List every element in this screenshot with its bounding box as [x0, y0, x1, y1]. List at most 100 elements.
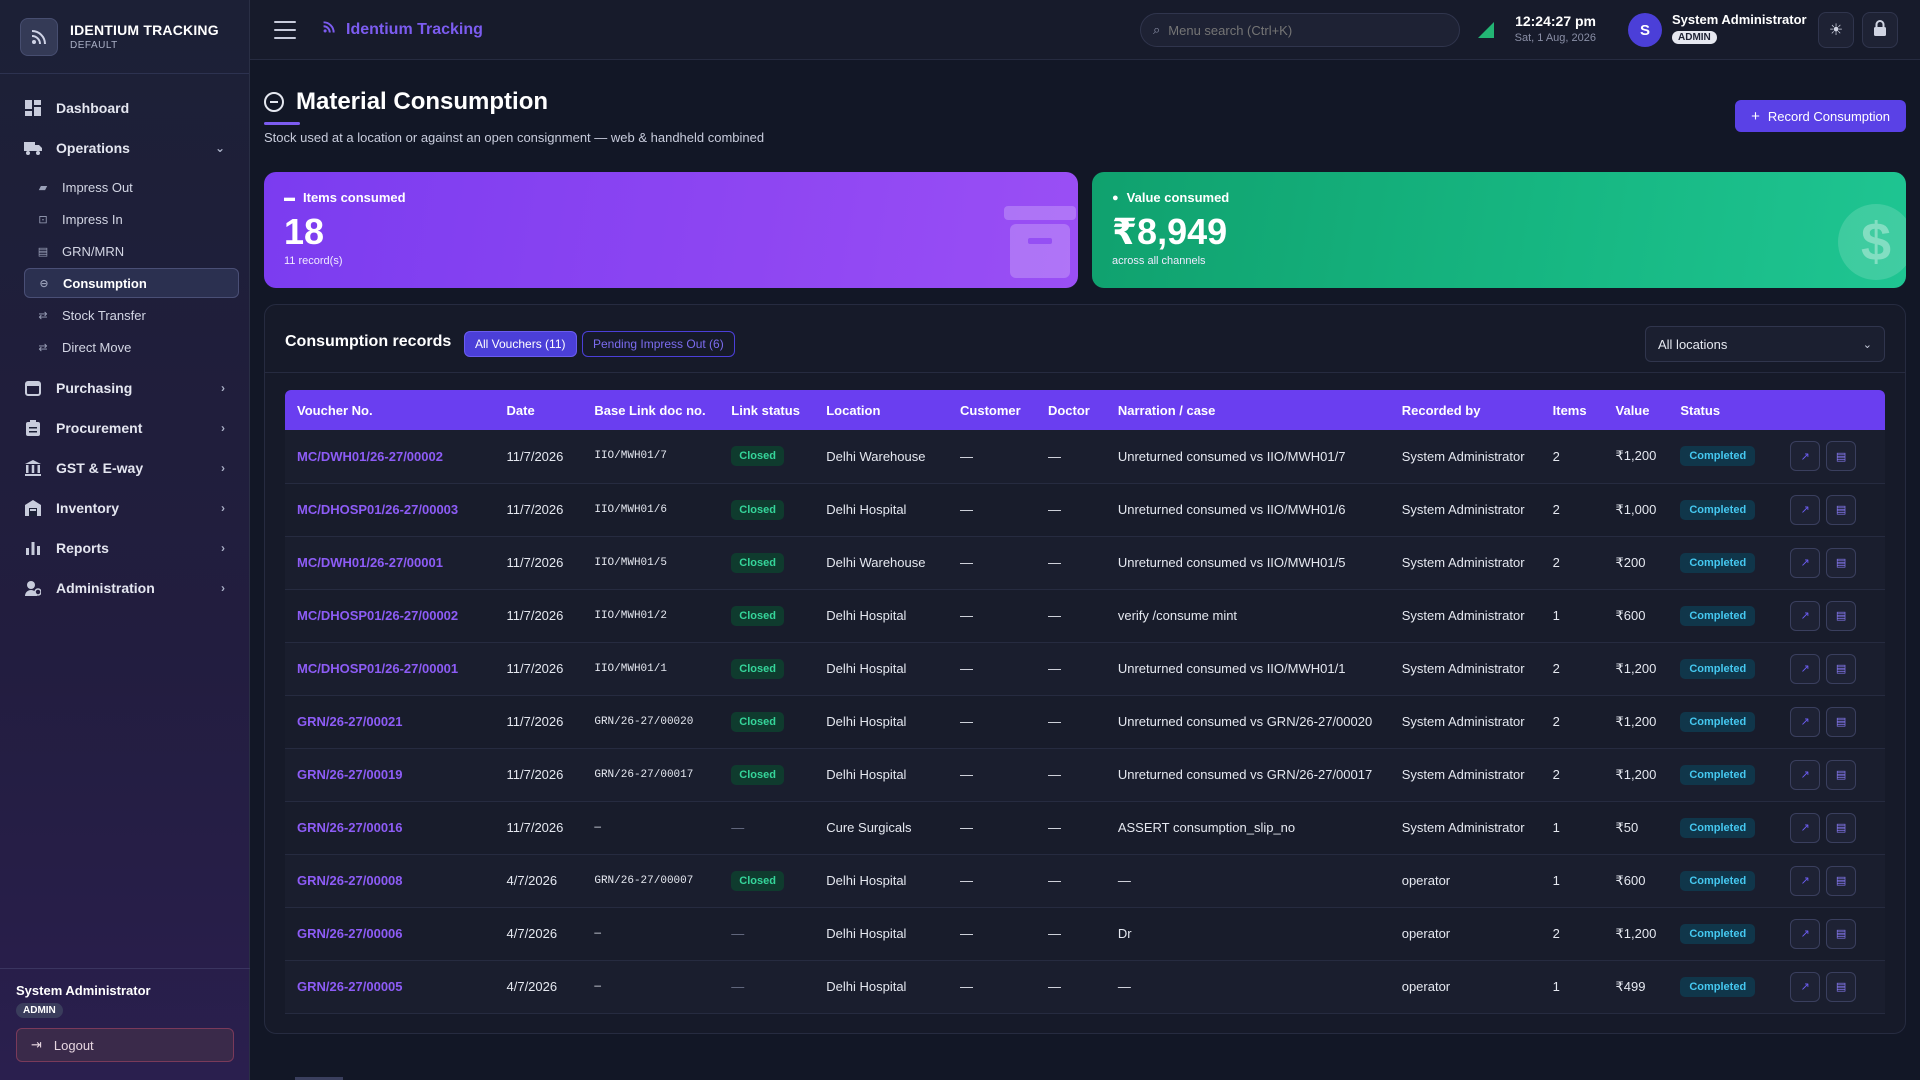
voucher-link[interactable]: MC/DHOSP01/26-27/00001: [297, 661, 458, 676]
voucher-link[interactable]: GRN/26-27/00008: [297, 873, 403, 888]
open-external-button[interactable]: ↗: [1790, 494, 1821, 525]
external-link-icon: ↗: [1800, 450, 1810, 463]
voucher-link[interactable]: GRN/26-27/00016: [297, 820, 403, 835]
print-button[interactable]: ▤: [1826, 441, 1857, 472]
voucher-link[interactable]: MC/DWH01/26-27/00002: [297, 449, 443, 464]
table-row[interactable]: MC/DWH01/26-27/00002 11/7/2026 IIO/MWH01…: [285, 430, 1885, 484]
tab-all-vouchers[interactable]: All Vouchers (11): [464, 331, 577, 357]
status-cell: Completed: [1668, 748, 1779, 802]
theme-toggle-button[interactable]: ☀: [1818, 12, 1854, 48]
open-external-button[interactable]: ↗: [1790, 547, 1821, 578]
open-external-button[interactable]: ↗: [1790, 653, 1821, 684]
link-status-cell: Closed: [719, 483, 815, 537]
voucher-link[interactable]: GRN/26-27/00005: [297, 979, 403, 994]
rss-icon: [20, 17, 58, 56]
open-external-button[interactable]: ↗: [1790, 971, 1821, 1002]
col-status[interactable]: Status: [1668, 390, 1778, 430]
voucher-link[interactable]: GRN/26-27/00021: [297, 714, 403, 729]
brand-title: IDENTIUM TRACKING: [70, 22, 219, 38]
col-link-status[interactable]: Link status: [719, 390, 814, 430]
col-date[interactable]: Date: [495, 390, 583, 430]
nav-procurement[interactable]: Procurement ›: [0, 408, 249, 448]
print-button[interactable]: ▤: [1826, 759, 1857, 790]
header-user[interactable]: System Administrator ADMIN: [1672, 12, 1807, 44]
col-items[interactable]: Items: [1541, 390, 1604, 430]
print-button[interactable]: ▤: [1826, 600, 1857, 631]
print-button[interactable]: ▤: [1826, 812, 1857, 843]
col-location[interactable]: Location: [814, 390, 948, 430]
avatar[interactable]: S: [1628, 13, 1662, 47]
record-consumption-button[interactable]: + Record Consumption: [1735, 100, 1906, 132]
col-voucher[interactable]: Voucher No.: [285, 390, 495, 430]
table-row[interactable]: GRN/26-27/00021 11/7/2026 GRN/26-27/0002…: [285, 695, 1885, 749]
table-row[interactable]: MC/DHOSP01/26-27/00003 11/7/2026 IIO/MWH…: [285, 483, 1885, 537]
sub-impress-in[interactable]: ⊡ Impress In: [24, 204, 239, 234]
narration-cell: ASSERT consumption_slip_no: [1105, 801, 1390, 855]
tab-pending-impress-out[interactable]: Pending Impress Out (6): [582, 331, 735, 357]
print-button[interactable]: ▤: [1826, 971, 1857, 1002]
link-status-cell: Closed: [719, 536, 815, 590]
bar-chart-icon: [24, 539, 42, 557]
dollar-circle-icon: ●: [1112, 191, 1119, 204]
sub-impress-out[interactable]: ▰ Impress Out: [24, 172, 239, 202]
voucher-link[interactable]: GRN/26-27/00006: [297, 926, 403, 941]
logout-button[interactable]: ⇥ Logout: [16, 1028, 234, 1062]
location-select[interactable]: All locations ⌄: [1645, 326, 1885, 362]
open-external-button[interactable]: ↗: [1790, 759, 1821, 790]
lock-button[interactable]: [1862, 12, 1898, 48]
nav-administration[interactable]: Administration ›: [0, 568, 249, 608]
voucher-link[interactable]: MC/DHOSP01/26-27/00003: [297, 502, 458, 517]
nav-dashboard[interactable]: Dashboard: [0, 88, 249, 128]
sub-stock-transfer[interactable]: ⇄ Stock Transfer: [24, 300, 239, 330]
col-base-link[interactable]: Base Link doc no.: [582, 390, 719, 430]
brand[interactable]: IDENTIUM TRACKING DEFAULT: [0, 0, 249, 74]
col-customer[interactable]: Customer: [948, 390, 1036, 430]
print-button[interactable]: ▤: [1826, 653, 1857, 684]
open-external-button[interactable]: ↗: [1790, 600, 1821, 631]
voucher-link[interactable]: MC/DHOSP01/26-27/00002: [297, 608, 458, 623]
nav-operations[interactable]: Operations ⌄: [0, 128, 249, 168]
print-button[interactable]: ▤: [1826, 865, 1857, 896]
base-link-cell: GRN/26-27/00017: [582, 748, 720, 802]
voucher-link[interactable]: GRN/26-27/00019: [297, 767, 403, 782]
col-doctor[interactable]: Doctor: [1036, 390, 1106, 430]
nav-gst[interactable]: GST & E-way ›: [0, 448, 249, 488]
table-row[interactable]: GRN/26-27/00005 4/7/2026 — — Delhi Hospi…: [285, 960, 1885, 1014]
col-narration[interactable]: Narration / case: [1106, 390, 1390, 430]
table-row[interactable]: GRN/26-27/00019 11/7/2026 GRN/26-27/0001…: [285, 748, 1885, 802]
nav-purchasing[interactable]: Purchasing ›: [0, 368, 249, 408]
menu-toggle-icon[interactable]: [274, 20, 296, 39]
sub-consumption[interactable]: ⊖ Consumption: [24, 268, 239, 298]
table-row[interactable]: MC/DWH01/26-27/00001 11/7/2026 IIO/MWH01…: [285, 536, 1885, 590]
status-cell: Completed: [1668, 430, 1779, 484]
print-button[interactable]: ▤: [1826, 547, 1857, 578]
customer-cell: —: [948, 854, 1036, 908]
sub-direct-move[interactable]: ⇄ Direct Move: [24, 332, 239, 362]
table-row[interactable]: GRN/26-27/00006 4/7/2026 — — Delhi Hospi…: [285, 907, 1885, 961]
menu-search[interactable]: ⌕: [1140, 13, 1460, 47]
col-recorded-by[interactable]: Recorded by: [1390, 390, 1541, 430]
table-row[interactable]: MC/DHOSP01/26-27/00002 11/7/2026 IIO/MWH…: [285, 589, 1885, 643]
nav-inventory[interactable]: Inventory ›: [0, 488, 249, 528]
rss-icon: [322, 20, 336, 39]
breadcrumb[interactable]: Identium Tracking: [322, 20, 483, 39]
table-row[interactable]: GRN/26-27/00016 11/7/2026 — — Cure Surgi…: [285, 801, 1885, 855]
search-input[interactable]: [1168, 22, 1429, 38]
open-external-button[interactable]: ↗: [1790, 812, 1821, 843]
table-row[interactable]: GRN/26-27/00008 4/7/2026 GRN/26-27/00007…: [285, 854, 1885, 908]
col-value[interactable]: Value: [1604, 390, 1669, 430]
table-row[interactable]: MC/DHOSP01/26-27/00001 11/7/2026 IIO/MWH…: [285, 642, 1885, 696]
voucher-link[interactable]: MC/DWH01/26-27/00001: [297, 555, 443, 570]
doctor-cell: —: [1035, 430, 1106, 484]
sub-grn-mrn[interactable]: ▤ GRN/MRN: [24, 236, 239, 266]
open-external-button[interactable]: ↗: [1790, 865, 1821, 896]
print-button[interactable]: ▤: [1826, 918, 1857, 949]
archive-icon: [1002, 200, 1078, 283]
minus-circle-icon: [264, 92, 284, 112]
print-button[interactable]: ▤: [1826, 494, 1857, 525]
print-button[interactable]: ▤: [1826, 706, 1857, 737]
nav-reports[interactable]: Reports ›: [0, 528, 249, 568]
open-external-button[interactable]: ↗: [1790, 706, 1821, 737]
open-external-button[interactable]: ↗: [1790, 441, 1821, 472]
open-external-button[interactable]: ↗: [1790, 918, 1821, 949]
